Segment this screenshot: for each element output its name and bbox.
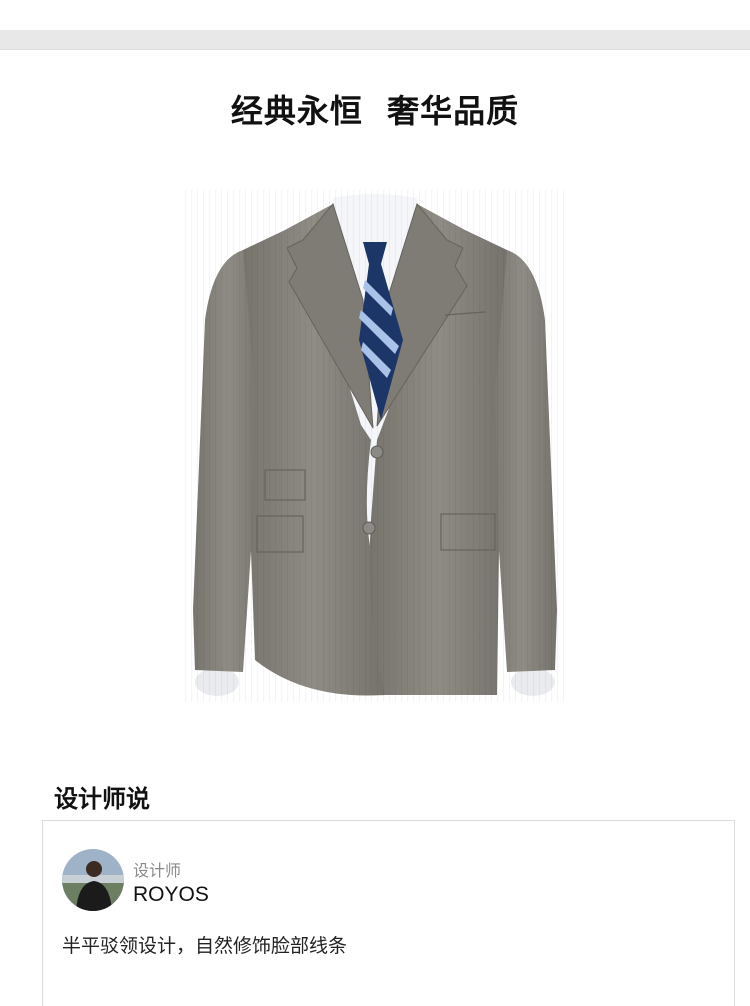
section-divider bbox=[0, 30, 750, 50]
designer-section-title: 设计师说 bbox=[54, 785, 150, 813]
designer-role-label: 设计师 bbox=[133, 861, 182, 880]
designer-quote: 半平驳领设计，自然修饰脸部线条 bbox=[62, 935, 348, 957]
avatar bbox=[62, 849, 124, 911]
designer-name: ROYOS bbox=[133, 883, 209, 906]
product-image-suit[interactable] bbox=[185, 190, 565, 702]
designer-card: 设计师 ROYOS 半平驳领设计，自然修饰脸部线条 bbox=[42, 820, 735, 1006]
page-headline: 经典永恒 奢华品质 bbox=[230, 92, 520, 130]
top-band bbox=[0, 0, 750, 30]
